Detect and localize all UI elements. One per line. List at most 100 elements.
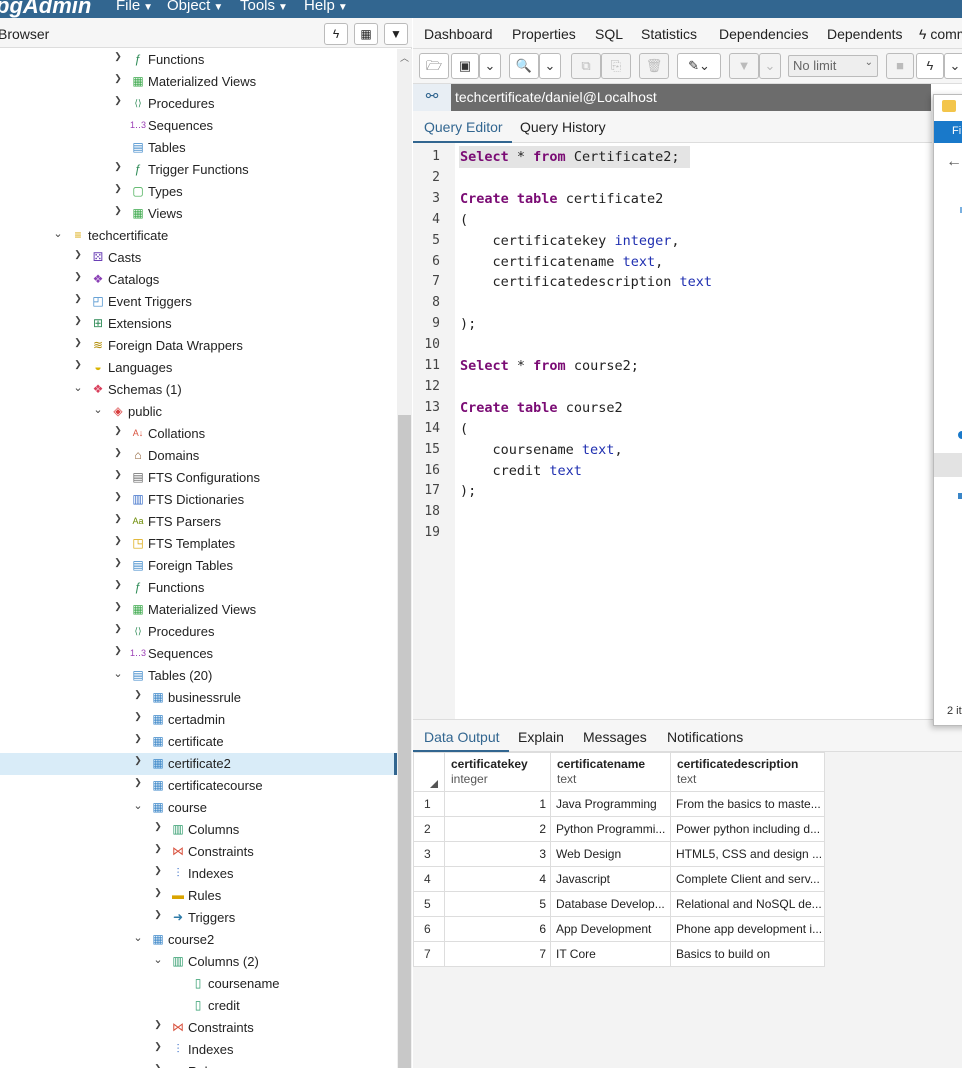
tree-item[interactable]: ▯ credit <box>0 995 397 1017</box>
tree-item[interactable]: ❯ ▤ Foreign Tables <box>0 555 397 577</box>
tree-item[interactable]: ⌄ ▦ course2 <box>0 929 397 951</box>
cell-certificatename[interactable]: Database Develop... <box>550 891 671 917</box>
tree-item[interactable]: ❯ ◒ Languages <box>0 357 397 379</box>
chevron-right-icon[interactable]: ❯ <box>152 865 164 876</box>
chevron-right-icon[interactable]: ❯ <box>72 337 84 348</box>
cell-certificatename[interactable]: App Development <box>550 916 671 942</box>
chevron-right-icon[interactable]: ❯ <box>72 249 84 260</box>
tree-item[interactable]: ⌄ ❖ Schemas (1) <box>0 379 397 401</box>
chevron-right-icon[interactable]: ❯ <box>152 909 164 920</box>
cell-certificatekey[interactable]: 5 <box>444 891 551 917</box>
table-row[interactable]: 5 5 Database Develop... Relational and NoSQ… <box>413 891 825 917</box>
tab-statistics[interactable]: Statistics <box>641 26 697 42</box>
chevron-down-icon[interactable]: ⌄ <box>72 381 84 394</box>
tree-item[interactable]: ❯ ▦ Materialized Views <box>0 71 397 93</box>
table-row[interactable]: 4 4 Javascript Complete Client and serv... <box>413 866 825 892</box>
cell-certificatekey[interactable]: 6 <box>444 916 551 942</box>
tree-item[interactable]: ❯ ◳ FTS Templates <box>0 533 397 555</box>
tree-item[interactable]: ⌄ ◈ public <box>0 401 397 423</box>
cell-certificatedescription[interactable]: HTML5, CSS and design ... <box>670 841 825 867</box>
code-line[interactable]: Select * from course2; <box>460 358 639 374</box>
tree-item[interactable]: ❯ ƒ Functions <box>0 577 397 599</box>
cell-certificatedescription[interactable]: Phone app development i... <box>670 916 825 942</box>
chevron-right-icon[interactable]: ❯ <box>112 601 124 612</box>
tree-item[interactable]: 1‥3 Sequences <box>0 115 397 137</box>
tree-item[interactable]: ❯ ⋈ Constraints <box>0 841 397 863</box>
tree-item[interactable]: ❯ ▬ Rules <box>0 885 397 907</box>
row-number[interactable]: 7 <box>413 941 445 967</box>
chevron-right-icon[interactable]: ❯ <box>152 887 164 898</box>
chevron-right-icon[interactable]: ❯ <box>72 271 84 282</box>
chevron-right-icon[interactable]: ❯ <box>112 161 124 172</box>
tree-item[interactable]: ❯ ⚄ Casts <box>0 247 397 269</box>
filter-button[interactable]: ▼ <box>384 23 408 45</box>
chevron-down-icon[interactable]: ⌄ <box>112 667 124 680</box>
back-arrow-icon[interactable]: ← <box>946 153 962 171</box>
row-number[interactable]: 5 <box>413 891 445 917</box>
chevron-right-icon[interactable]: ❯ <box>112 205 124 216</box>
filter-rows-button[interactable]: ▼ <box>729 53 759 79</box>
chevron-right-icon[interactable]: ❯ <box>72 315 84 326</box>
chevron-down-icon[interactable]: ⌄ <box>132 931 144 944</box>
sql-editor[interactable]: 1 2 3 4 5 6 7 8 9 10 11 12 13 14 15 16 17 18 19 Select * f… <box>413 143 932 719</box>
chevron-right-icon[interactable]: ❯ <box>152 843 164 854</box>
tree-item[interactable]: ❯ Aa FTS Parsers <box>0 511 397 533</box>
code-line[interactable]: ); <box>460 483 476 499</box>
chevron-right-icon[interactable]: ❯ <box>112 51 124 62</box>
row-number[interactable]: 1 <box>413 791 445 817</box>
query-tool-button[interactable]: ϟ <box>324 23 348 45</box>
chevron-down-icon[interactable]: ⌄ <box>132 799 144 812</box>
table-row[interactable]: 7 7 IT Core Basics to build on <box>413 941 825 967</box>
code-line[interactable]: certificatedescription text <box>460 274 712 290</box>
delete-button[interactable]: 🗑 <box>639 53 669 79</box>
chevron-right-icon[interactable]: ❯ <box>112 447 124 458</box>
chevron-right-icon[interactable]: ❯ <box>132 755 144 766</box>
chevron-down-icon[interactable]: ⌄ <box>92 403 104 416</box>
connection-status-icon[interactable]: ⚯ <box>413 84 451 111</box>
cell-certificatekey[interactable]: 2 <box>444 816 551 842</box>
menu-object[interactable]: Object ▼ <box>167 0 223 14</box>
code-line[interactable]: Create table course2 <box>460 400 623 416</box>
tree-item[interactable]: ⌄ ≡ techcertificate <box>0 225 397 247</box>
cell-certificatedescription[interactable]: Basics to build on <box>670 941 825 967</box>
cell-certificatedescription[interactable]: Complete Client and serv... <box>670 866 825 892</box>
scroll-up-icon[interactable]: ︿ <box>397 51 412 64</box>
tree-item[interactable]: ❯ ⫶ Indexes <box>0 1039 397 1061</box>
chevron-right-icon[interactable]: ❯ <box>152 1019 164 1030</box>
chevron-right-icon[interactable]: ❯ <box>152 1041 164 1052</box>
tree-item[interactable]: ❯ ▦ certificatecourse <box>0 775 397 797</box>
tree-item[interactable]: ❯ ⊞ Extensions <box>0 313 397 335</box>
cell-certificatename[interactable]: IT Core <box>550 941 671 967</box>
chevron-right-icon[interactable]: ❯ <box>112 73 124 84</box>
chevron-down-icon[interactable]: ⌄ <box>152 953 164 966</box>
find-dropdown[interactable]: ⌄ <box>539 53 561 79</box>
chevron-right-icon[interactable]: ❯ <box>152 1063 164 1068</box>
chevron-right-icon[interactable]: ❯ <box>112 579 124 590</box>
tab-dependencies[interactable]: Dependencies <box>719 26 809 42</box>
tree-item[interactable]: ❯ ▦ certificate <box>0 731 397 753</box>
cell-certificatename[interactable]: Javascript <box>550 866 671 892</box>
tab-query-history[interactable]: Query History <box>520 119 606 135</box>
find-button[interactable]: 🔍 <box>509 53 539 79</box>
chevron-right-icon[interactable]: ❯ <box>112 645 124 656</box>
tree-item[interactable]: ⌄ ▦ course <box>0 797 397 819</box>
tree-item[interactable]: ▯ coursename <box>0 973 397 995</box>
tree-item[interactable]: ❯ ▥ Columns <box>0 819 397 841</box>
table-row[interactable]: 6 6 App Development Phone app development i… <box>413 916 825 942</box>
chevron-right-icon[interactable]: ❯ <box>112 183 124 194</box>
chevron-right-icon[interactable]: ❯ <box>112 535 124 546</box>
tree-item[interactable]: ▤ Tables <box>0 137 397 159</box>
cell-certificatename[interactable]: Java Programming <box>550 791 671 817</box>
chevron-down-icon[interactable]: ⌄ <box>52 227 64 240</box>
cell-certificatekey[interactable]: 4 <box>444 866 551 892</box>
chevron-right-icon[interactable]: ❯ <box>152 821 164 832</box>
chevron-right-icon[interactable]: ❯ <box>132 711 144 722</box>
tab-explain[interactable]: Explain <box>518 729 564 745</box>
chevron-right-icon[interactable]: ❯ <box>132 733 144 744</box>
tree-item[interactable]: ❯ ▢ Types <box>0 181 397 203</box>
chevron-right-icon[interactable]: ❯ <box>112 95 124 106</box>
column-header-certificatename[interactable]: certificatename text <box>550 752 671 792</box>
tab-data-output[interactable]: Data Output <box>424 729 500 745</box>
cell-certificatekey[interactable]: 1 <box>444 791 551 817</box>
tab-query-tool[interactable]: ϟ comm <box>919 26 962 42</box>
